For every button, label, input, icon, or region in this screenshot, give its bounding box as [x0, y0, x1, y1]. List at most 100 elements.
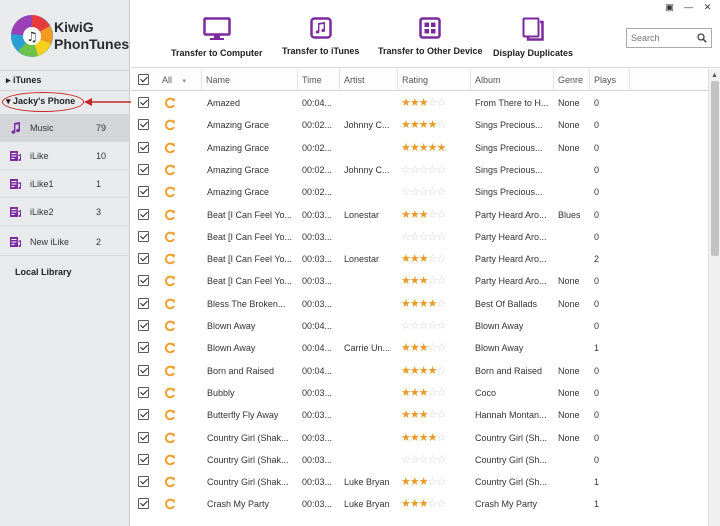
table-row[interactable]: Amazing Grace 00:02... ★★★★★ Sings Precious…	[131, 137, 708, 159]
star-filled-icon[interactable]: ★	[410, 275, 420, 287]
row-checkbox[interactable]	[138, 342, 149, 354]
rating-stars[interactable]: ★★★★☆	[401, 293, 447, 315]
star-filled-icon[interactable]: ★	[410, 476, 420, 488]
rating-stars[interactable]: ☆☆☆☆☆	[401, 226, 447, 248]
sidebar-item-new-ilike[interactable]: New iLike 2	[0, 228, 130, 256]
row-checkbox[interactable]	[138, 141, 149, 153]
row-checkbox[interactable]	[138, 498, 149, 510]
star-filled-icon[interactable]: ★	[401, 365, 411, 377]
row-checkbox[interactable]	[138, 409, 149, 421]
rating-stars[interactable]: ☆☆☆☆☆	[401, 315, 447, 337]
search-input[interactable]	[627, 29, 697, 47]
star-filled-icon[interactable]: ★	[410, 365, 420, 377]
star-empty-icon[interactable]: ☆	[428, 498, 438, 510]
star-empty-icon[interactable]: ☆	[401, 231, 411, 243]
sidebar-item-local-library[interactable]: Local Library	[15, 267, 72, 277]
star-filled-icon[interactable]: ★	[419, 97, 429, 109]
star-filled-icon[interactable]: ★	[410, 432, 420, 444]
column-header-artist[interactable]: Artist	[340, 69, 398, 91]
star-empty-icon[interactable]: ☆	[437, 454, 447, 466]
table-row[interactable]: Blown Away 00:04... Carrie Un... ★★★☆☆ Blown…	[131, 337, 708, 359]
star-filled-icon[interactable]: ★	[437, 142, 447, 154]
star-filled-icon[interactable]: ★	[410, 142, 420, 154]
rating-stars[interactable]: ★★★★★	[401, 137, 447, 159]
star-empty-icon[interactable]: ☆	[428, 186, 438, 198]
star-empty-icon[interactable]: ☆	[419, 186, 429, 198]
star-filled-icon[interactable]: ★	[410, 342, 420, 354]
star-empty-icon[interactable]: ☆	[437, 97, 447, 109]
rating-stars[interactable]: ★★★☆☆	[401, 471, 447, 493]
star-empty-icon[interactable]: ☆	[437, 320, 447, 332]
star-filled-icon[interactable]: ★	[419, 142, 429, 154]
star-empty-icon[interactable]: ☆	[437, 186, 447, 198]
star-empty-icon[interactable]: ☆	[401, 186, 411, 198]
table-row[interactable]: Blown Away 00:04... ☆☆☆☆☆ Blown Away 0	[131, 315, 708, 337]
star-empty-icon[interactable]: ☆	[428, 320, 438, 332]
rating-stars[interactable]: ★★★☆☆	[401, 248, 446, 270]
star-empty-icon[interactable]: ☆	[428, 409, 438, 421]
rating-stars[interactable]: ★★★★☆	[401, 427, 446, 449]
table-row[interactable]: Beat [I Can Feel Yo... 00:03... ☆☆☆☆☆ Party…	[131, 226, 708, 248]
sidebar-item-ilike[interactable]: iLike 10	[0, 142, 130, 170]
rating-stars[interactable]: ★★★☆☆	[401, 493, 446, 515]
restore-icon[interactable]: ▣	[663, 2, 676, 13]
column-header-album[interactable]: Album	[471, 69, 554, 91]
row-checkbox[interactable]	[138, 275, 149, 287]
table-row[interactable]: Bubbly 00:03... ★★★☆☆ Coco None 0	[131, 382, 708, 404]
table-row[interactable]: Butterfly Fly Away 00:03... ★★★☆☆ Hannah Mo…	[131, 404, 708, 426]
star-empty-icon[interactable]: ☆	[428, 231, 438, 243]
table-row[interactable]: Country Girl (Shak... 00:03... ☆☆☆☆☆ Countr…	[131, 449, 708, 471]
row-checkbox[interactable]	[138, 119, 149, 131]
star-empty-icon[interactable]: ☆	[437, 119, 447, 131]
star-empty-icon[interactable]: ☆	[428, 164, 438, 176]
star-filled-icon[interactable]: ★	[401, 432, 411, 444]
star-empty-icon[interactable]: ☆	[428, 387, 438, 399]
table-row[interactable]: Beat [I Can Feel Yo... 00:03... Lonestar ★★…	[131, 248, 708, 270]
table-row[interactable]: Amazed 00:04... ★★★☆☆ From There to H... Non…	[131, 92, 708, 114]
star-filled-icon[interactable]: ★	[419, 119, 429, 131]
star-empty-icon[interactable]: ☆	[437, 476, 447, 488]
star-empty-icon[interactable]: ☆	[437, 298, 447, 310]
row-checkbox[interactable]	[138, 297, 149, 309]
column-header-genre[interactable]: Genre	[554, 69, 590, 91]
row-checkbox[interactable]	[138, 230, 149, 242]
star-empty-icon[interactable]: ☆	[410, 454, 420, 466]
star-empty-icon[interactable]: ☆	[428, 275, 438, 287]
star-filled-icon[interactable]: ★	[401, 298, 411, 310]
star-empty-icon[interactable]: ☆	[401, 320, 411, 332]
table-row[interactable]: Amazing Grace 00:02... Johnny C... ☆☆☆☆☆ Sin…	[131, 159, 708, 181]
sort-arrow-icon[interactable]: ▾	[183, 78, 187, 85]
star-empty-icon[interactable]: ☆	[428, 97, 438, 109]
star-empty-icon[interactable]: ☆	[437, 231, 447, 243]
star-filled-icon[interactable]: ★	[401, 142, 411, 154]
star-filled-icon[interactable]: ★	[428, 119, 438, 131]
vertical-scrollbar[interactable]: ▲	[708, 69, 720, 526]
star-filled-icon[interactable]: ★	[401, 275, 411, 287]
search-icon[interactable]	[697, 33, 707, 43]
row-checkbox[interactable]	[138, 253, 149, 265]
row-checkbox[interactable]	[138, 386, 149, 398]
row-checkbox[interactable]	[138, 364, 149, 376]
star-filled-icon[interactable]: ★	[428, 432, 438, 444]
sidebar-item-ilike1[interactable]: iLike1 1	[0, 170, 130, 198]
rating-stars[interactable]: ★★★★☆	[401, 114, 447, 136]
row-checkbox[interactable]	[138, 476, 149, 488]
star-filled-icon[interactable]: ★	[401, 97, 411, 109]
star-filled-icon[interactable]: ★	[428, 298, 438, 310]
star-filled-icon[interactable]: ★	[428, 365, 438, 377]
star-filled-icon[interactable]: ★	[410, 498, 420, 510]
row-checkbox[interactable]	[138, 163, 149, 175]
column-header-time[interactable]: Time	[298, 69, 340, 91]
row-checkbox[interactable]	[138, 208, 149, 220]
column-header-name[interactable]: Name	[202, 69, 298, 91]
row-checkbox[interactable]	[138, 97, 149, 108]
row-checkbox[interactable]	[138, 320, 149, 331]
rating-stars[interactable]: ★★★☆☆	[401, 337, 446, 359]
star-filled-icon[interactable]: ★	[419, 275, 429, 287]
table-row[interactable]: Amazing Grace 00:02... ☆☆☆☆☆ Sings Precious…	[131, 181, 708, 203]
rating-stars[interactable]: ★★★☆☆	[401, 204, 446, 226]
star-empty-icon[interactable]: ☆	[428, 476, 438, 488]
rating-stars[interactable]: ★★★☆☆	[401, 270, 446, 292]
rating-stars[interactable]: ☆☆☆☆☆	[401, 449, 447, 471]
table-row[interactable]: Born and Raised 00:04... ★★★★☆ Born and Rai…	[131, 360, 708, 382]
